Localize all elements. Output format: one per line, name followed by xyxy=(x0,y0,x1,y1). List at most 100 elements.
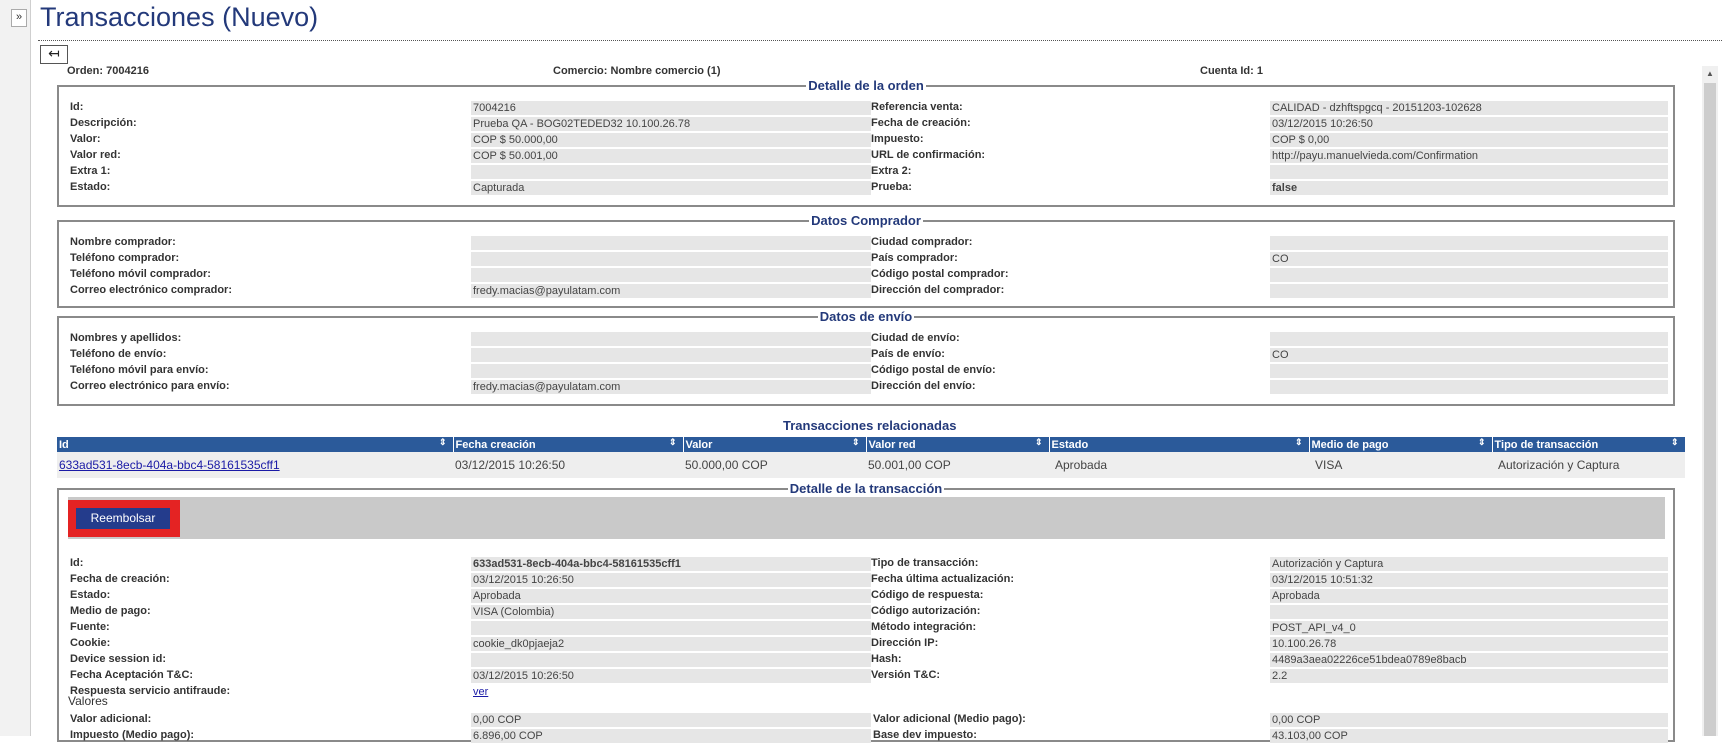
column-header-fecha-creacion[interactable]: Fecha creación ⇕ xyxy=(453,437,684,452)
scroll-up-arrow-icon[interactable]: ▲ xyxy=(1702,66,1718,82)
valor-label: Valor: xyxy=(70,133,101,145)
table-cell-id[interactable]: 633ad531-8ecb-404a-bbc4-58161535cff1 xyxy=(57,452,453,478)
tx-estado-value: Aprobada xyxy=(471,589,871,603)
tx-cookie-value: cookie_dk0pjaeja2 xyxy=(471,637,871,651)
account-id: Cuenta Id: 1 xyxy=(1200,65,1263,77)
table-cell-medio-de-pago: VISA xyxy=(1309,452,1492,478)
ciudad-comprador-value xyxy=(1270,236,1668,250)
nombre-comprador-value xyxy=(471,236,871,250)
direccion-del-envio-value xyxy=(1270,380,1668,394)
telefono-de-envio-label: Teléfono de envío: xyxy=(70,348,167,360)
direccion-del-comprador-value xyxy=(1270,284,1668,298)
column-header-label: Valor xyxy=(685,438,713,451)
order-number: Orden: 7004216 xyxy=(67,65,149,77)
sort-icon[interactable]: ⇕ xyxy=(439,437,447,448)
table-cell-valor-red: 50.001,00 COP xyxy=(866,452,1049,478)
valores-impuesto-medio-pago-label: Impuesto (Medio pago): xyxy=(70,729,195,741)
sort-icon[interactable]: ⇕ xyxy=(852,437,860,448)
pais-comprador-label: País comprador: xyxy=(871,252,958,264)
valores-base-dev-impuesto-value: 43.103,00 COP xyxy=(1270,729,1668,743)
antifraud-response-link[interactable]: ver xyxy=(473,686,488,698)
tx-codigo-de-respuesta-label: Código de respuesta: xyxy=(871,589,984,601)
order-detail-legend: Detalle de la orden xyxy=(808,78,924,93)
id-value: 7004216 xyxy=(471,101,871,115)
refund-highlight: Reembolsar xyxy=(68,500,180,537)
descripcion-label: Descripción: xyxy=(70,117,137,129)
tx-estado-label: Estado: xyxy=(70,589,111,601)
url-de-confirmacion-label: URL de confirmación: xyxy=(871,149,986,161)
nombres-y-apellidos-value xyxy=(471,332,871,346)
vertical-scrollbar[interactable]: ▲ xyxy=(1702,66,1718,736)
back-arrow-icon: ↤ xyxy=(48,45,60,61)
tx-respuesta-servicio-antifraude-label: Respuesta servicio antifraude: xyxy=(70,685,231,697)
column-header-medio-de-pago[interactable]: Medio de pago ⇕ xyxy=(1309,437,1493,452)
sort-icon[interactable]: ⇕ xyxy=(669,437,677,448)
tx-id-label: Id: xyxy=(70,557,84,569)
column-header-tipo-de-transaccion[interactable]: Tipo de transacción ⇕ xyxy=(1492,437,1686,452)
codigo-postal-comprador-label: Código postal comprador: xyxy=(871,268,1009,280)
table-cell-tipo-de-transaccion: Autorización y Captura xyxy=(1492,452,1685,478)
column-header-id[interactable]: Id ⇕ xyxy=(57,437,454,452)
prueba-value: false xyxy=(1270,181,1668,195)
pais-de-envio-label: País de envío: xyxy=(871,348,945,360)
tx-codigo-de-respuesta-value: Aprobada xyxy=(1270,589,1668,603)
sort-icon[interactable]: ⇕ xyxy=(1295,437,1303,448)
telefono-comprador-value xyxy=(471,252,871,266)
back-button[interactable]: ↤ xyxy=(40,45,68,64)
tx-medio-de-pago-value: VISA (Colombia) xyxy=(471,605,871,619)
estado-value: Capturada xyxy=(471,181,871,195)
tx-version-t-c-value: 2.2 xyxy=(1270,669,1668,683)
merchant-name: Comercio: Nombre comercio (1) xyxy=(553,65,721,77)
tx-fecha-ultima-actualizacion-label: Fecha última actualización: xyxy=(871,573,1015,585)
tx-direccion-ip-value: 10.100.26.78 xyxy=(1270,637,1668,651)
telefono-comprador-label: Teléfono comprador: xyxy=(70,252,180,264)
column-header-valor-red[interactable]: Valor red ⇕ xyxy=(866,437,1050,452)
tx-tipo-de-transaccion-value: Autorización y Captura xyxy=(1270,557,1668,571)
tx-fecha-aceptacion-t-c-value: 03/12/2015 10:26:50 xyxy=(471,669,871,683)
fecha-de-creacion-label: Fecha de creación: xyxy=(871,117,971,129)
table-cell-valor: 50.000,00 COP xyxy=(683,452,866,478)
scroll-thumb[interactable] xyxy=(1704,83,1716,736)
fecha-de-creacion-value: 03/12/2015 10:26:50 xyxy=(1270,117,1668,131)
transaction-detail-legend: Detalle de la transacción xyxy=(789,481,943,496)
tx-hash-value: 4489a3aea02226ce51bdea0789e8bacb xyxy=(1270,653,1668,667)
column-header-estado[interactable]: Estado ⇕ xyxy=(1049,437,1310,452)
page-title: Transacciones (Nuevo) xyxy=(40,2,319,32)
tx-device-session-id-label: Device session id: xyxy=(70,653,166,665)
sort-icon[interactable]: ⇕ xyxy=(1478,437,1486,448)
ciudad-de-envio-value xyxy=(1270,332,1668,346)
refund-button[interactable]: Reembolsar xyxy=(76,508,170,529)
extra-1-label: Extra 1: xyxy=(70,165,111,177)
tx-respuesta-servicio-antifraude-value: ver xyxy=(471,685,871,699)
estado-label: Estado: xyxy=(70,181,111,193)
valores-valor-adicional-medio-pago-value: 0,00 COP xyxy=(1270,713,1668,727)
codigo-postal-comprador-value xyxy=(1270,268,1668,282)
table-header-row: Id ⇕ Fecha creación ⇕ Valor ⇕ Valor red ⇕ Estado… xyxy=(57,437,1686,452)
column-header-label: Fecha creación xyxy=(455,438,536,451)
extra-2-value xyxy=(1270,165,1668,179)
sort-icon[interactable]: ⇕ xyxy=(1035,437,1043,448)
sort-icon[interactable]: ⇕ xyxy=(1671,437,1679,448)
impuesto-value: COP $ 0,00 xyxy=(1270,133,1668,147)
column-header-label: Id xyxy=(59,438,69,451)
tx-direccion-ip-label: Dirección IP: xyxy=(871,637,939,649)
table-row[interactable]: 633ad531-8ecb-404a-bbc4-58161535cff1 03/1… xyxy=(57,452,1685,478)
codigo-postal-de-envio-value xyxy=(1270,364,1668,378)
referencia-venta-label: Referencia venta: xyxy=(871,101,963,113)
tx-codigo-autorizacion-label: Código autorización: xyxy=(871,605,981,617)
id-label: Id: xyxy=(70,101,84,113)
expand-panel-button[interactable]: » xyxy=(11,9,27,27)
direccion-del-comprador-label: Dirección del comprador: xyxy=(871,284,1005,296)
valores-base-dev-impuesto-label: Base dev impuesto: xyxy=(873,729,977,741)
nombres-y-apellidos-label: Nombres y apellidos: xyxy=(70,332,182,344)
correo-electronico-para-envio-label: Correo electrónico para envío: xyxy=(70,380,230,392)
column-header-valor[interactable]: Valor ⇕ xyxy=(683,437,867,452)
tx-fecha-de-creacion-value: 03/12/2015 10:26:50 xyxy=(471,573,871,587)
transaction-id-link[interactable]: 633ad531-8ecb-404a-bbc4-58161535cff1 xyxy=(59,458,280,472)
table-cell-fecha-creacion: 03/12/2015 10:26:50 xyxy=(453,452,683,478)
valores-valor-adicional-label: Valor adicional: xyxy=(70,713,152,725)
extra-1-value xyxy=(471,165,871,179)
valores-valor-adicional-value: 0,00 COP xyxy=(471,713,871,727)
title-divider xyxy=(38,40,1722,41)
tx-device-session-id-value xyxy=(471,653,871,667)
